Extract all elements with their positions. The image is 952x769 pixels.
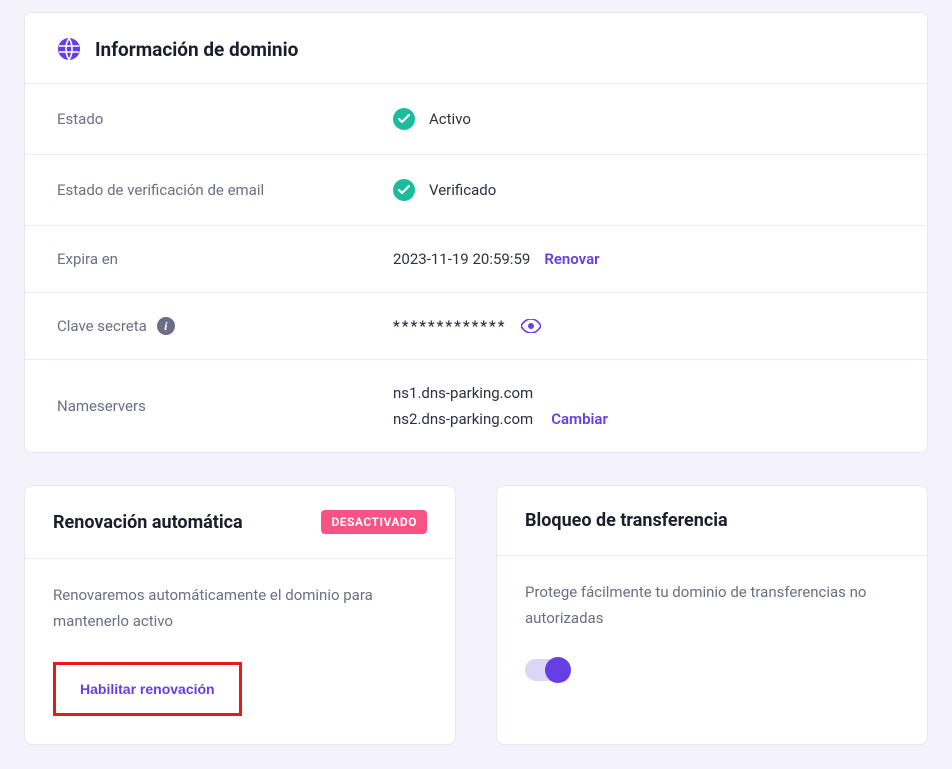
row-secret: Clave secreta i ************* xyxy=(25,292,927,359)
info-icon[interactable]: i xyxy=(157,317,175,335)
row-nameservers: Nameservers ns1.dns-parking.com ns2.dns-… xyxy=(25,359,927,452)
domain-info-header: Información de dominio xyxy=(25,13,927,83)
check-icon xyxy=(393,108,415,130)
domain-info-card: Información de dominio Estado Activo Est… xyxy=(24,12,928,453)
value-email-verification: Verificado xyxy=(429,181,496,199)
auto-renew-badge: DESACTIVADO xyxy=(321,510,427,534)
value-expires: 2023-11-19 20:59:59 xyxy=(393,250,530,268)
change-ns-link[interactable]: Cambiar xyxy=(551,410,608,428)
row-email-verification: Estado de verificación de email Verifica… xyxy=(25,154,927,225)
check-icon xyxy=(393,179,415,201)
transfer-lock-card: Bloqueo de transferencia Protege fácilme… xyxy=(496,485,928,745)
enable-renewal-button[interactable]: Habilitar renovación xyxy=(58,667,237,711)
renew-link[interactable]: Renovar xyxy=(544,250,599,268)
domain-info-title: Información de dominio xyxy=(95,38,298,61)
row-expires: Expira en 2023-11-19 20:59:59 Renovar xyxy=(25,225,927,292)
auto-renew-card: Renovación automática DESACTIVADO Renova… xyxy=(24,485,456,745)
value-ns1: ns1.dns-parking.com xyxy=(393,384,608,402)
label-status: Estado xyxy=(57,110,393,128)
label-nameservers: Nameservers xyxy=(57,397,393,415)
globe-icon xyxy=(57,37,81,61)
transfer-lock-title: Bloqueo de transferencia xyxy=(525,510,728,531)
label-secret: Clave secreta xyxy=(57,317,147,335)
toggle-knob xyxy=(545,657,571,683)
value-status: Activo xyxy=(429,110,471,128)
auto-renew-description: Renovaremos automáticamente el dominio p… xyxy=(53,583,427,634)
transfer-lock-description: Protege fácilmente tu dominio de transfe… xyxy=(525,580,899,631)
row-status: Estado Activo xyxy=(25,83,927,154)
eye-icon[interactable] xyxy=(521,319,541,333)
transfer-lock-toggle[interactable] xyxy=(525,659,569,681)
label-expires: Expira en xyxy=(57,250,393,268)
value-secret: ************* xyxy=(393,317,507,335)
value-ns2: ns2.dns-parking.com xyxy=(393,410,533,428)
auto-renew-title: Renovación automática xyxy=(53,512,243,533)
label-email-verification: Estado de verificación de email xyxy=(57,181,393,199)
highlight-box: Habilitar renovación xyxy=(53,662,242,716)
